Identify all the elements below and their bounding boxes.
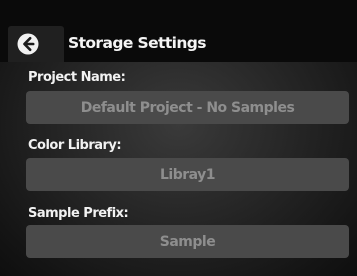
- header-bar: Storage Settings: [0, 0, 357, 62]
- sample-prefix-label: Sample Prefix:: [28, 206, 129, 221]
- project-name-field[interactable]: Default Project - No Samples: [26, 91, 349, 124]
- sample-prefix-field[interactable]: Sample: [26, 225, 349, 258]
- color-library-field[interactable]: Libray1: [26, 158, 349, 191]
- color-library-label: Color Library:: [28, 138, 122, 153]
- page-title: Storage Settings: [68, 34, 207, 52]
- back-arrow-icon[interactable]: [17, 33, 39, 55]
- project-name-label: Project Name:: [28, 70, 126, 85]
- storage-settings-screen: Storage Settings Project Name: Default P…: [0, 0, 357, 276]
